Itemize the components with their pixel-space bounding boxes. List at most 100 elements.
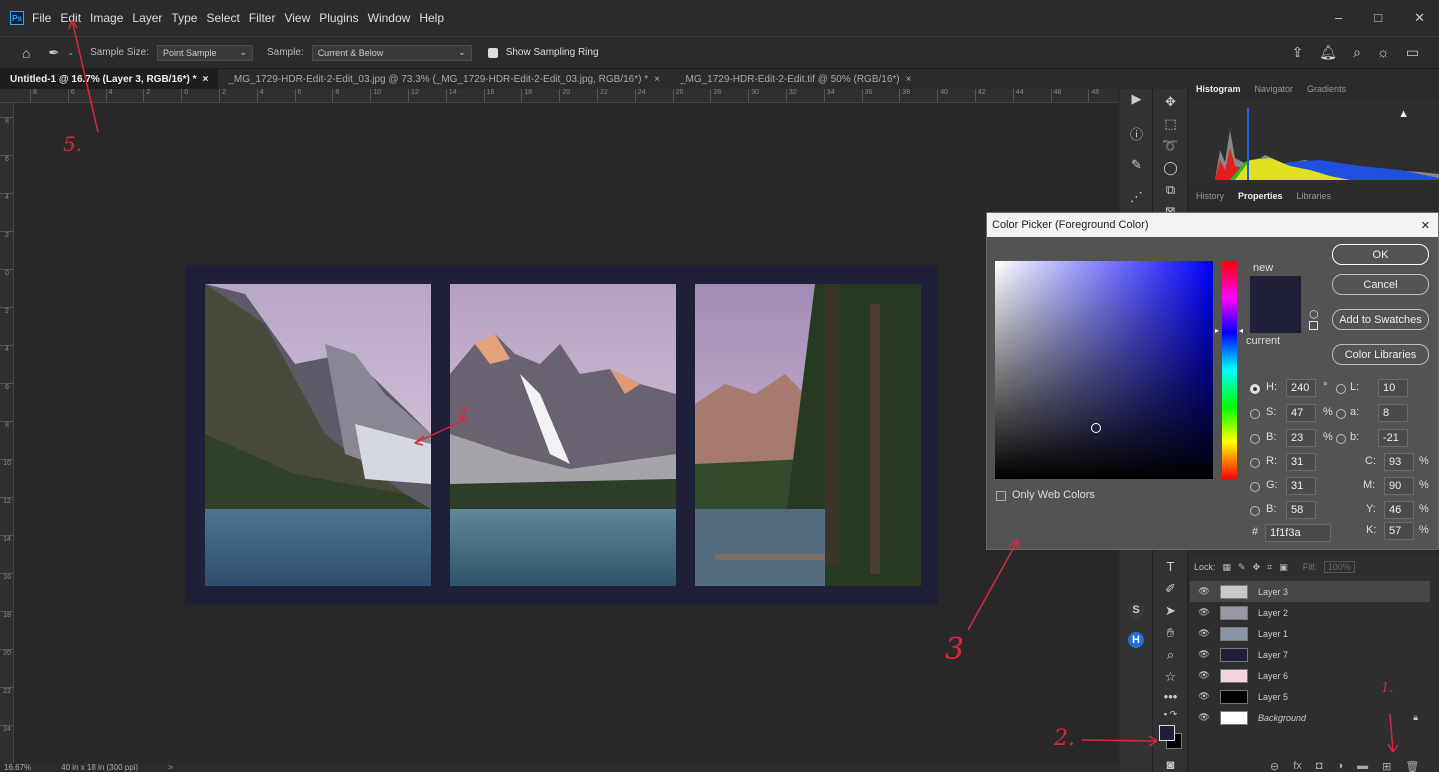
blue-radio[interactable]: [1250, 506, 1260, 516]
cancel-button[interactable]: Cancel: [1332, 274, 1429, 295]
swap-colors-icon[interactable]: ▪ ↷: [1153, 709, 1188, 720]
menu-layer[interactable]: Layer: [132, 11, 162, 25]
lock-icon[interactable]: 🔒︎: [1413, 712, 1418, 723]
tab-untitled-1[interactable]: Untitled-1 @ 16.7% (Layer 3, RGB/16*) * …: [0, 69, 219, 89]
only-web-colors-checkbox[interactable]: [996, 491, 1006, 501]
chevron-down-icon[interactable]: ⌄: [67, 48, 74, 57]
menu-window[interactable]: Window: [368, 11, 411, 25]
close-button[interactable]: ✕: [1414, 10, 1425, 26]
menu-plugins[interactable]: Plugins: [319, 11, 358, 25]
tab-properties[interactable]: Properties: [1238, 191, 1283, 201]
home-icon[interactable]: ⌂: [22, 45, 30, 61]
brightness-radio[interactable]: [1250, 434, 1260, 444]
menu-image[interactable]: Image: [90, 11, 123, 25]
saturation-field[interactable]: 47: [1286, 404, 1316, 422]
visibility-eye-icon[interactable]: 👁︎: [1198, 649, 1210, 660]
adjustment-layer-icon[interactable]: ◑: [1336, 760, 1343, 772]
delete-layer-icon[interactable]: 🗑︎: [1405, 760, 1419, 772]
visibility-eye-icon[interactable]: 👁︎: [1198, 712, 1210, 723]
dialog-close-button[interactable]: ✕: [1421, 219, 1430, 232]
add-to-swatches-button[interactable]: Add to Swatches: [1332, 309, 1429, 330]
color-libraries-button[interactable]: Color Libraries: [1332, 344, 1429, 365]
cyan-field[interactable]: 93: [1384, 453, 1414, 471]
move-tool-icon[interactable]: ✥: [1153, 94, 1188, 110]
info-icon[interactable]: ⓘ: [1120, 124, 1153, 143]
hue-slider-right-arrow[interactable]: ◂: [1239, 326, 1243, 335]
lightness-radio[interactable]: [1336, 384, 1346, 394]
brush-settings-icon[interactable]: ✎: [1120, 157, 1153, 173]
close-icon[interactable]: ×: [906, 74, 912, 85]
b-channel-radio[interactable]: [1336, 434, 1346, 444]
layer-row[interactable]: 👁︎ Layer 1: [1190, 623, 1430, 644]
path-select-tool-icon[interactable]: ➤: [1153, 603, 1188, 619]
green-field[interactable]: 31: [1286, 477, 1316, 495]
search-icon[interactable]: ⌕: [1353, 44, 1361, 61]
type-tool-icon[interactable]: T: [1153, 559, 1188, 574]
current-color-swatch[interactable]: [1250, 311, 1301, 333]
lock-paint-icon[interactable]: ✎: [1238, 562, 1246, 573]
add-mask-icon[interactable]: ◘: [1316, 760, 1323, 772]
menu-edit[interactable]: Edit: [60, 11, 81, 25]
quick-mask-icon[interactable]: ◙: [1153, 757, 1188, 772]
sample-dropdown[interactable]: Current & Below ⌄: [311, 44, 472, 61]
hue-radio[interactable]: [1250, 384, 1260, 394]
layer-row[interactable]: 👁︎ Layer 6: [1190, 665, 1430, 686]
hand-tool-icon[interactable]: ✋︎: [1153, 625, 1188, 641]
menu-filter[interactable]: Filter: [249, 11, 276, 25]
h-plugin-icon[interactable]: H: [1128, 632, 1144, 648]
share-icon[interactable]: ⇪: [1292, 44, 1304, 61]
fx-icon[interactable]: fx: [1293, 760, 1302, 772]
lock-transparent-icon[interactable]: ▦: [1223, 562, 1232, 573]
status-arrow[interactable]: >: [168, 763, 173, 772]
lock-all-icon[interactable]: ▣: [1279, 562, 1288, 573]
hue-slider-left-arrow[interactable]: ▸: [1215, 326, 1219, 335]
tab-history[interactable]: History: [1196, 191, 1224, 201]
b-channel-field[interactable]: -21: [1378, 429, 1408, 447]
quick-select-tool-icon[interactable]: ◯: [1153, 160, 1188, 176]
zoom-level[interactable]: 16.67%: [4, 763, 31, 772]
black-field[interactable]: 57: [1384, 522, 1414, 540]
yellow-field[interactable]: 46: [1384, 501, 1414, 519]
brightness-field[interactable]: 23: [1286, 429, 1316, 447]
fill-value[interactable]: 100%: [1323, 561, 1355, 573]
discover-icon[interactable]: ☼: [1377, 44, 1390, 61]
tab-edit-03[interactable]: _MG_1729-HDR-Edit-2-Edit_03.jpg @ 73.3% …: [218, 69, 670, 89]
red-radio[interactable]: [1250, 458, 1260, 468]
visibility-eye-icon[interactable]: 👁︎: [1198, 607, 1210, 618]
layer-row[interactable]: 👁︎ Background 🔒︎: [1190, 707, 1430, 728]
clone-source-icon[interactable]: ⋰: [1120, 189, 1153, 205]
color-cursor[interactable]: [1091, 423, 1101, 433]
green-radio[interactable]: [1250, 482, 1260, 492]
layer-row[interactable]: 👁︎ Layer 2: [1190, 602, 1430, 623]
a-channel-radio[interactable]: [1336, 409, 1346, 419]
more-tools-icon[interactable]: •••: [1153, 689, 1188, 704]
new-layer-icon[interactable]: ⊞: [1382, 760, 1391, 772]
menu-select[interactable]: Select: [206, 11, 239, 25]
saturation-brightness-field[interactable]: [995, 261, 1213, 479]
bell-icon[interactable]: 🔔︎: [1319, 44, 1337, 61]
lock-position-icon[interactable]: ✥: [1253, 562, 1261, 573]
marquee-tool-icon[interactable]: ⬚: [1153, 116, 1188, 132]
visibility-eye-icon[interactable]: 👁︎: [1198, 628, 1210, 639]
web-safe-swatch[interactable]: [1309, 321, 1318, 330]
menu-type[interactable]: Type: [171, 11, 197, 25]
star-icon[interactable]: ☆: [1153, 669, 1188, 685]
maximize-button[interactable]: □: [1374, 10, 1382, 26]
tab-navigator[interactable]: Navigator: [1255, 84, 1294, 94]
tab-gradients[interactable]: Gradients: [1307, 84, 1346, 94]
play-icon[interactable]: ▶: [1120, 91, 1153, 107]
tab-histogram[interactable]: Histogram: [1196, 84, 1241, 94]
ok-button[interactable]: OK: [1332, 244, 1429, 265]
menu-file[interactable]: File: [32, 11, 51, 25]
sample-size-dropdown[interactable]: Point Sample ⌄: [157, 44, 253, 61]
crop-tool-icon[interactable]: ⧉: [1153, 182, 1188, 198]
lock-artboard-icon[interactable]: ⌗: [1267, 562, 1272, 573]
visibility-eye-icon[interactable]: 👁︎: [1198, 691, 1210, 702]
red-field[interactable]: 31: [1286, 453, 1316, 471]
blue-field[interactable]: 58: [1286, 501, 1316, 519]
close-icon[interactable]: ×: [202, 74, 208, 85]
cube-icon[interactable]: ⬡: [1309, 308, 1319, 321]
lasso-tool-icon[interactable]: ➰: [1153, 138, 1188, 154]
visibility-eye-icon[interactable]: 👁︎: [1198, 586, 1210, 597]
magenta-field[interactable]: 90: [1384, 477, 1414, 495]
